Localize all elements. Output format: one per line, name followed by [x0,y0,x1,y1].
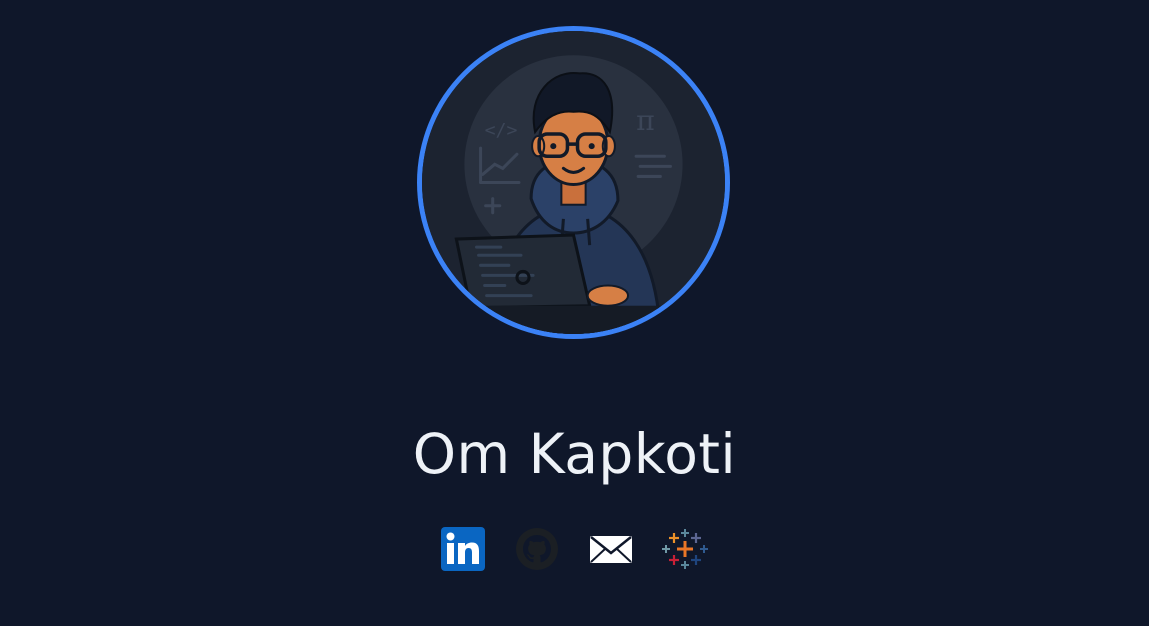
svg-text:</>: </> [485,120,518,141]
email-icon [590,536,632,563]
avatar: </> π [417,26,730,339]
linkedin-icon [441,527,485,571]
email-link[interactable] [588,526,634,572]
tableau-link[interactable] [662,526,708,572]
svg-text:π: π [636,104,655,137]
github-icon [516,528,558,570]
avatar-image: </> π [422,31,725,334]
social-links [440,525,708,573]
developer-avatar-icon: </> π [422,31,725,334]
github-link[interactable] [514,526,560,572]
tableau-icon [662,529,708,569]
profile-card: </> π Om Kapkoti [0,0,1149,626]
profile-name: Om Kapkoti [412,422,737,486]
linkedin-link[interactable] [440,526,486,572]
